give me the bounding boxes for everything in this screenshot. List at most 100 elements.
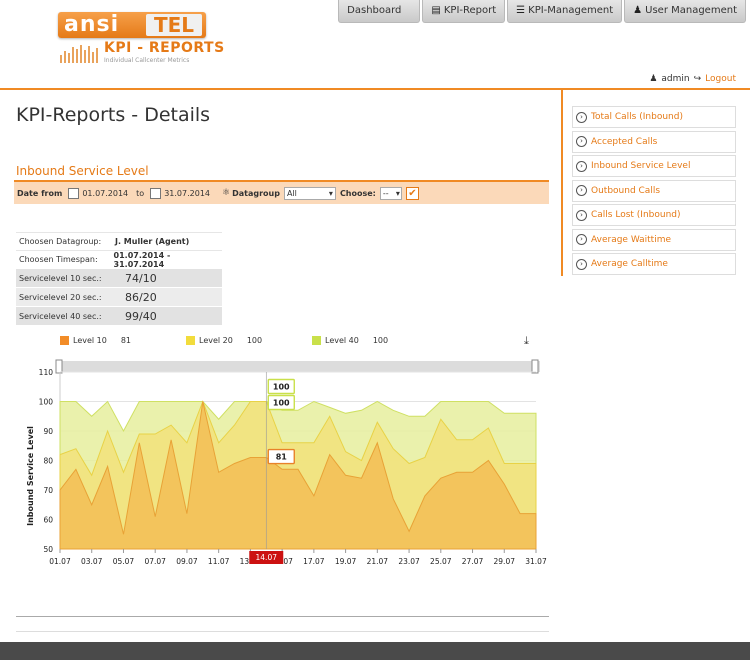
calendar-icon[interactable] xyxy=(150,187,162,199)
list-icon: ☰ xyxy=(516,5,526,16)
date-to-label: to xyxy=(136,188,145,198)
sidebar-item-label: Total Calls (Inbound) xyxy=(591,112,683,122)
servicelevel-label: Servicelevel 40 sec.: xyxy=(19,311,102,321)
x-tick-label: 09.07 xyxy=(176,557,198,566)
legend-item-level40[interactable]: Level 40 100 xyxy=(312,336,388,345)
x-tick-label: 25.07 xyxy=(430,557,452,566)
chevron-right-icon: › xyxy=(576,185,587,196)
chart-icon: ▤ xyxy=(431,5,441,16)
chevron-right-icon: › xyxy=(576,209,587,221)
info-row-datagroup: Choosen Datagroup: J. Muller (Agent) xyxy=(16,232,222,250)
chevron-right-icon: › xyxy=(576,111,587,123)
nav-kpi-management[interactable]: ☰ KPI-Management xyxy=(507,0,623,23)
sidebar-divider xyxy=(561,90,563,276)
chart-navigator[interactable] xyxy=(55,359,540,374)
sidebar-item-label: Calls Lost (Inbound) xyxy=(591,210,681,220)
info-value: 01.07.2014 - 31.07.2014 xyxy=(113,250,171,269)
datagroup-select[interactable]: All ▾ xyxy=(283,186,336,200)
nav-kpi-report-label: KPI-Report xyxy=(443,5,497,16)
main-nav: Dashboard ▤ KPI-Report ☰ KPI-Management … xyxy=(336,0,746,23)
x-tick-label: 05.07 xyxy=(113,557,135,566)
sidebar-item-total-calls[interactable]: › Total Calls (Inbound) xyxy=(572,106,736,128)
logout-link[interactable]: Logout xyxy=(705,74,736,84)
sidebar-item-label: Outbound Calls xyxy=(591,185,661,196)
chevron-right-icon: › xyxy=(576,136,587,147)
x-axis: 01.0703.0705.0707.0709.0711.0713.0715.07… xyxy=(49,549,547,566)
datagroup-value: All xyxy=(286,188,297,198)
download-icon[interactable]: ⤓ xyxy=(524,334,529,348)
navigator-handle-right[interactable] xyxy=(531,359,539,374)
tooltip-value: 81 xyxy=(276,453,288,462)
user-icon: ♟ xyxy=(633,5,643,16)
sidebar-item-label: Average Calltime xyxy=(591,259,668,269)
y-tick-label: 50 xyxy=(43,545,53,554)
date-from-label: Date from xyxy=(17,188,63,198)
sidebar-item-average-calltime[interactable]: › Average Calltime xyxy=(572,253,736,275)
x-tick-label: 01.07 xyxy=(49,557,71,566)
sidebar-item-inbound-service-level[interactable]: › Inbound Service Level xyxy=(572,155,736,177)
kpi-sidebar: › Total Calls (Inbound) › Accepted Calls ›… xyxy=(572,106,736,278)
sidebar-item-label: Inbound Service Level xyxy=(591,161,691,171)
logo: ansi TEL KPI - REPORTS Individual Callce… xyxy=(58,12,224,64)
x-tick-label: 31.07 xyxy=(525,557,547,566)
choose-value: -- xyxy=(382,188,389,198)
sidebar-item-average-waittime[interactable]: › Average Waittime xyxy=(572,228,736,251)
nav-kpi-report[interactable]: ▤ KPI-Report xyxy=(422,0,506,23)
legend-swatch xyxy=(186,336,195,345)
bottom-divider xyxy=(16,616,549,632)
filter-bar: Date from 01.07.2014 to 31.07.2014 ⚛ Dat… xyxy=(14,180,549,204)
y-axis: 50 60 70 80 90 100 110 xyxy=(39,368,54,554)
navigator-handle-left[interactable] xyxy=(55,359,63,374)
sidebar-item-label: Average Waittime xyxy=(591,234,672,245)
legend-item-level10[interactable]: Level 10 81 xyxy=(60,336,131,345)
legend-value: 100 xyxy=(372,336,389,345)
logout-icon[interactable]: ↪ xyxy=(694,74,702,84)
logo-ansi: ansi xyxy=(64,12,120,37)
chevron-down-icon: ▾ xyxy=(328,188,333,198)
chevron-right-icon: › xyxy=(576,160,587,172)
x-tick-label: 21.07 xyxy=(367,557,389,566)
servicelevel-value: 86/20 xyxy=(125,290,157,304)
nav-kpi-management-label: KPI-Management xyxy=(528,5,614,16)
logo-title: KPI - REPORTS xyxy=(104,40,225,56)
y-tick-label: 80 xyxy=(43,457,53,466)
user-icon: ♟ xyxy=(649,74,658,84)
tooltip-value: 100 xyxy=(273,399,290,408)
legend-label: Level 40 xyxy=(325,336,359,345)
y-axis-title: Inbound Service Level xyxy=(26,426,35,526)
sidebar-item-calls-lost[interactable]: › Calls Lost (Inbound) xyxy=(572,204,736,226)
nav-dashboard[interactable]: Dashboard xyxy=(338,0,421,23)
x-tick-label: 19.07 xyxy=(335,557,357,566)
date-from-input[interactable]: 01.07.2014 xyxy=(82,189,128,198)
legend-label: Level 20 xyxy=(199,336,233,345)
logo-mark: ansi TEL xyxy=(58,12,206,38)
nav-dashboard-label: Dashboard xyxy=(347,5,402,16)
sidebar-item-outbound-calls[interactable]: › Outbound Calls xyxy=(572,179,736,202)
apply-check-button[interactable]: ✔ xyxy=(405,186,419,200)
logo-bars-icon xyxy=(60,44,100,63)
calendar-icon[interactable] xyxy=(68,187,80,199)
service-level-chart: 50 60 70 80 90 100 110 01.07 03.07 05.07 07.07 09.… xyxy=(26,359,547,566)
group-icon: ⚛ xyxy=(222,188,231,198)
x-tick-label: 29.07 xyxy=(494,557,516,566)
x-tick-label: 23.07 xyxy=(398,557,420,566)
footer xyxy=(0,642,750,660)
choose-select[interactable]: -- ▾ xyxy=(379,186,402,200)
nav-user-management[interactable]: ♟ User Management xyxy=(624,0,746,23)
section-title: Inbound Service Level xyxy=(16,164,149,178)
y-tick-label: 110 xyxy=(39,368,54,377)
legend-swatch xyxy=(312,336,321,345)
legend-item-level20[interactable]: Level 20 100 xyxy=(186,336,262,345)
date-to-input[interactable]: 31.07.2014 xyxy=(164,189,210,198)
chevron-down-icon: ▾ xyxy=(395,188,400,198)
info-label: Choosen Timespan: xyxy=(19,255,98,264)
chevron-right-icon: › xyxy=(576,234,587,245)
info-value: J. Muller (Agent) xyxy=(115,237,190,246)
logo-tel: TEL xyxy=(146,14,202,36)
info-table: Choosen Datagroup: J. Muller (Agent) Choo… xyxy=(16,232,222,325)
username: admin xyxy=(661,74,690,84)
crosshair-x-label: 14.07 xyxy=(256,553,278,562)
page-title: KPI-Reports - Details xyxy=(16,104,211,126)
info-row-timespan: Choosen Timespan: 01.07.2014 - 31.07.2014 xyxy=(16,250,222,269)
sidebar-item-accepted-calls[interactable]: › Accepted Calls xyxy=(572,130,736,153)
